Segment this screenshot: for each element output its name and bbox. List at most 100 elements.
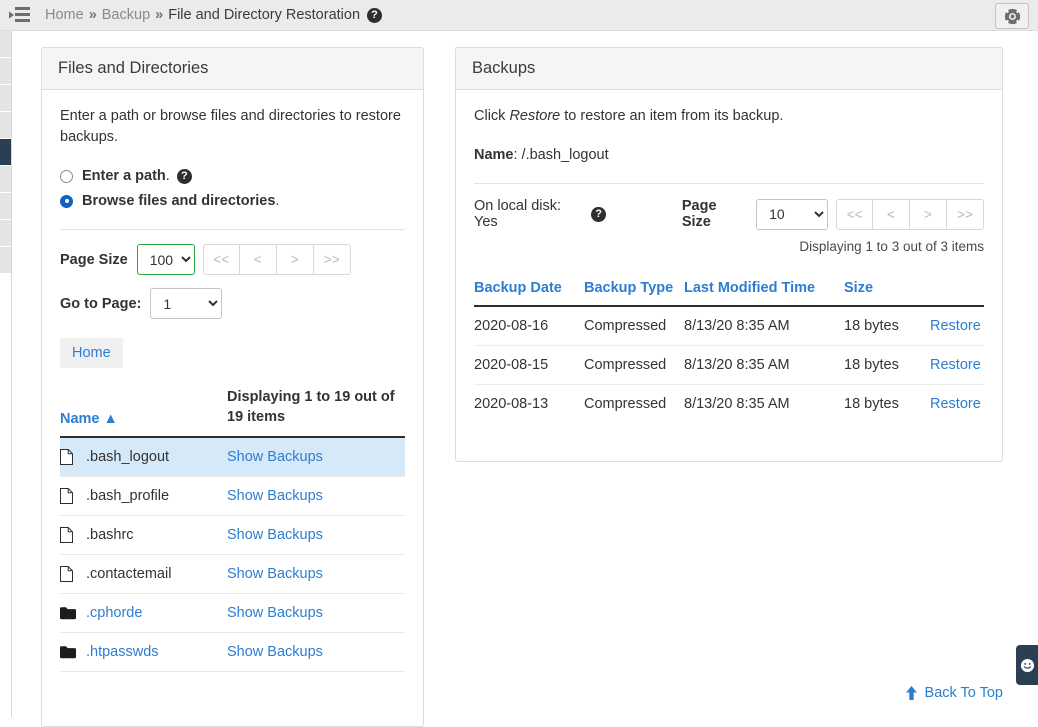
backups-pagination-buttons: << < > >>: [836, 199, 984, 230]
files-col-name[interactable]: Name ▲: [60, 388, 227, 437]
path-breadcrumb-home[interactable]: Home: [60, 338, 123, 368]
sidebar-rail-item-4[interactable]: [0, 112, 11, 139]
backups-panel-title: Backups: [456, 48, 1002, 90]
smiley-face-icon[interactable]: [1016, 645, 1038, 685]
show-backups-cell: Show Backups: [227, 633, 405, 672]
backup-size-cell: 18 bytes: [844, 306, 930, 346]
sidebar-rail-item-3[interactable]: [0, 85, 11, 112]
restore-link[interactable]: Restore: [930, 318, 981, 334]
files-page-size-label: Page Size: [60, 252, 128, 268]
files-panel-intro: Enter a path or browse files and directo…: [60, 106, 405, 148]
backups-col-action: [930, 280, 984, 306]
backups-first-page-button[interactable]: <<: [836, 199, 873, 230]
backups-next-page-button[interactable]: >: [910, 199, 947, 230]
show-backups-link[interactable]: Show Backups: [227, 605, 323, 621]
radio-option-enter-path[interactable]: Enter a path. ?: [60, 168, 405, 184]
path-breadcrumb-row: Home: [60, 332, 405, 368]
files-last-page-button[interactable]: >>: [314, 244, 351, 275]
files-go-to-page-row: Go to Page: 1: [60, 288, 405, 319]
files-first-page-button[interactable]: <<: [203, 244, 240, 275]
backup-size-cell: 18 bytes: [844, 385, 930, 424]
files-col-name-label: Name: [60, 411, 100, 427]
sidebar-rail-item-6[interactable]: [0, 166, 11, 193]
files-pagination-buttons: << < > >>: [203, 244, 351, 275]
file-name-label[interactable]: .cphorde: [86, 605, 142, 621]
backups-col-type: Backup Type: [584, 280, 684, 306]
file-name-cell: .htpasswds: [60, 633, 227, 672]
top-bar: Home » Backup » File and Directory Resto…: [0, 0, 1038, 31]
backups-last-page-button[interactable]: >>: [947, 199, 984, 230]
sort-ascending-icon: ▲: [104, 411, 118, 427]
last-modified-cell: 8/13/20 8:35 AM: [684, 306, 844, 346]
sidebar-rail-item-2[interactable]: [0, 58, 11, 85]
table-row[interactable]: .htpasswds Show Backups: [60, 633, 405, 672]
file-icon: [60, 488, 86, 504]
show-backups-link[interactable]: Show Backups: [227, 566, 323, 582]
table-row: 2020-08-15Compressed8/13/20 8:35 AM18 by…: [474, 346, 984, 385]
files-go-to-page-select[interactable]: 1: [150, 288, 222, 319]
sidebar-rail-item-9[interactable]: [0, 247, 11, 274]
backups-page-size-label: Page Size: [682, 198, 747, 230]
last-modified-cell: 8/13/20 8:35 AM: [684, 385, 844, 424]
lifesaver-icon[interactable]: [995, 3, 1029, 29]
table-row: 2020-08-13Compressed8/13/20 8:35 AM18 by…: [474, 385, 984, 424]
backups-controls-row: On local disk: Yes ? Page Size 102550100…: [474, 198, 984, 230]
files-next-page-button[interactable]: >: [277, 244, 314, 275]
backups-table: Backup Date Backup Type Last Modified Ti…: [474, 280, 984, 423]
file-name-cell: .bashrc: [60, 516, 227, 555]
backups-col-modified: Last Modified Time: [684, 280, 844, 306]
sidebar-rail-item-1[interactable]: [0, 31, 11, 58]
breadcrumb-home[interactable]: Home: [45, 7, 84, 23]
show-backups-link[interactable]: Show Backups: [227, 488, 323, 504]
backups-table-header-row: Backup Date Backup Type Last Modified Ti…: [474, 280, 984, 306]
files-page-size-select[interactable]: 102550100: [137, 244, 195, 275]
hamburger-collapse-icon[interactable]: [5, 0, 35, 30]
back-to-top-label: Back To Top: [925, 685, 1003, 701]
files-prev-page-button[interactable]: <: [240, 244, 277, 275]
file-name-label[interactable]: .htpasswds: [86, 644, 159, 660]
breadcrumb-backup[interactable]: Backup: [102, 7, 150, 23]
restore-link[interactable]: Restore: [930, 396, 981, 412]
file-name-label: .bashrc: [86, 527, 134, 543]
radio-enter-path-input[interactable]: [60, 170, 73, 183]
radio-option-browse-files[interactable]: Browse files and directories.: [60, 193, 405, 209]
sidebar-rail-item-7[interactable]: [0, 193, 11, 220]
backups-page-size-select[interactable]: 102550100: [756, 199, 828, 230]
files-page-size-row: Page Size 102550100 << < > >>: [60, 244, 405, 275]
backups-prev-page-button[interactable]: <: [873, 199, 910, 230]
help-circle-icon[interactable]: ?: [367, 8, 382, 23]
radio-enter-path-label: Enter a path.: [82, 168, 170, 184]
sidebar-rail-item-active[interactable]: [0, 139, 11, 166]
table-row[interactable]: .bashrc Show Backups: [60, 516, 405, 555]
backups-panel-divider: [474, 183, 984, 184]
file-name-label: .bash_logout: [86, 449, 169, 465]
folder-icon: [60, 607, 86, 620]
on-local-disk-status: On local disk: Yes: [474, 198, 584, 230]
table-row[interactable]: .cphorde Show Backups: [60, 594, 405, 633]
show-backups-cell: Show Backups: [227, 437, 405, 477]
files-go-to-page-label: Go to Page:: [60, 296, 141, 312]
selected-item-name: Name: /.bash_logout: [474, 147, 984, 163]
breadcrumb: Home » Backup » File and Directory Resto…: [45, 7, 382, 23]
help-circle-icon-local-disk[interactable]: ?: [591, 207, 605, 222]
files-display-count: Displaying 1 to 19 out of 19 items: [227, 388, 405, 437]
restore-cell: Restore: [930, 385, 984, 424]
file-name-cell: .bash_logout: [60, 437, 227, 477]
radio-browse-files-input[interactable]: [60, 195, 73, 208]
file-icon: [60, 566, 86, 582]
table-row[interactable]: .contactemailShow Backups: [60, 555, 405, 594]
restore-link[interactable]: Restore: [930, 357, 981, 373]
collapsed-sidebar: [0, 31, 12, 717]
backups-panel-intro: Click Restore to restore an item from it…: [474, 106, 984, 127]
help-circle-icon-enter-path[interactable]: ?: [177, 169, 192, 184]
show-backups-link[interactable]: Show Backups: [227, 449, 323, 465]
sidebar-rail-item-8[interactable]: [0, 220, 11, 247]
back-to-top-link[interactable]: Back To Top: [905, 685, 1003, 701]
show-backups-cell: Show Backups: [227, 555, 405, 594]
table-row[interactable]: .bash_logout Show Backups: [60, 437, 405, 477]
show-backups-link[interactable]: Show Backups: [227, 527, 323, 543]
folder-icon: [60, 646, 86, 659]
table-row[interactable]: .bash_profileShow Backups: [60, 477, 405, 516]
last-modified-cell: 8/13/20 8:35 AM: [684, 346, 844, 385]
show-backups-link[interactable]: Show Backups: [227, 644, 323, 660]
